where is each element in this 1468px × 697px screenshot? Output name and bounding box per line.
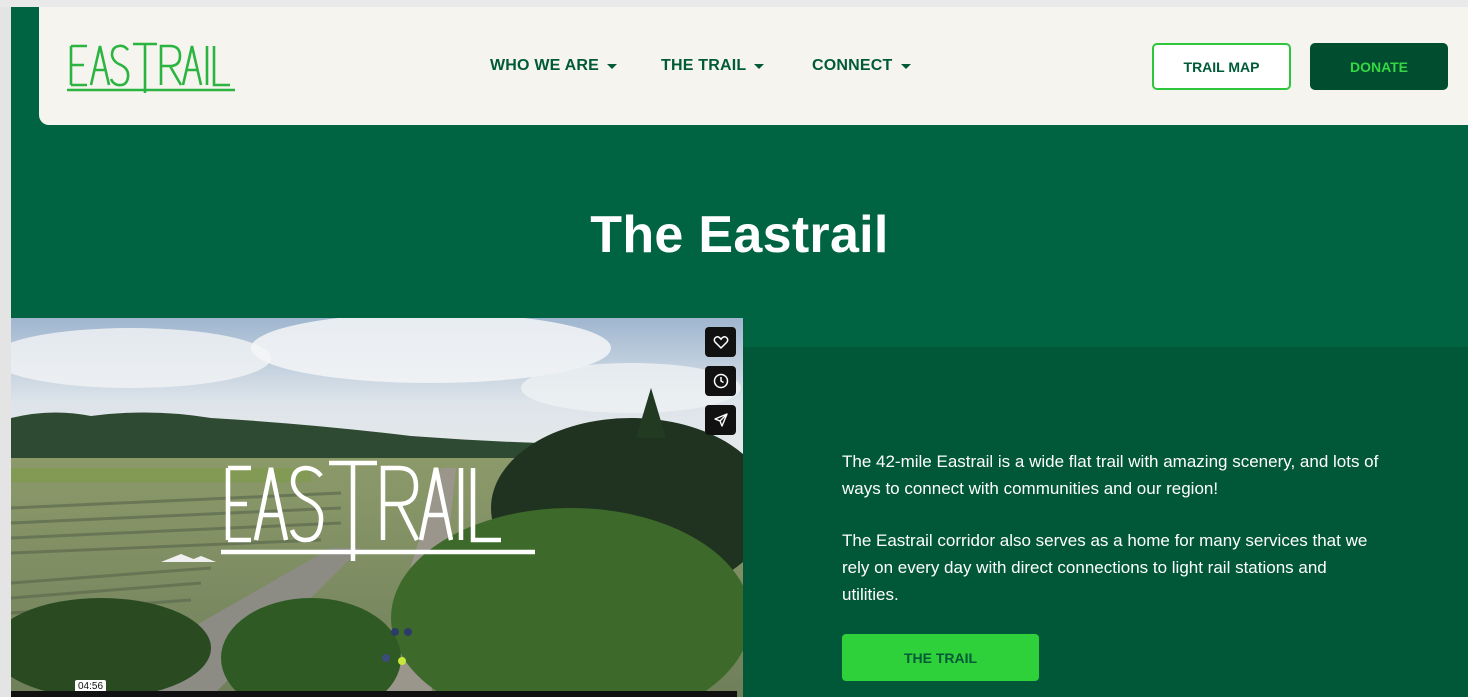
watch-later-button[interactable] [705, 366, 736, 396]
nav-connect[interactable]: CONNECT [812, 57, 911, 75]
nav-the-trail[interactable]: THE TRAIL [661, 57, 765, 75]
window-edge [0, 7, 11, 697]
site-header: WHO WE ARE THE TRAIL CONNECT TRAIL MAP D… [39, 7, 1468, 125]
like-button[interactable] [705, 327, 736, 357]
page: WHO WE ARE THE TRAIL CONNECT TRAIL MAP D… [11, 7, 1468, 697]
trail-map-button[interactable]: TRAIL MAP [1152, 43, 1291, 90]
chevron-down-icon [606, 63, 617, 69]
video-progress-bar[interactable] [11, 691, 737, 697]
nav-label: CONNECT [812, 57, 893, 74]
eastrail-logo[interactable] [67, 39, 237, 93]
video-player[interactable]: 04:56 [11, 318, 743, 697]
donate-button[interactable]: DONATE [1310, 43, 1448, 90]
chevron-down-icon [900, 63, 911, 69]
nav-label: THE TRAIL [661, 57, 747, 74]
send-icon [713, 413, 728, 427]
intro-paragraph-1: The 42-mile Eastrail is a wide flat trai… [842, 452, 1379, 498]
heart-icon [713, 336, 728, 350]
intro-paragraph-2: The Eastrail corridor also serves as a h… [842, 531, 1368, 604]
clock-icon [713, 373, 728, 389]
intro-panel: The 42-mile Eastrail is a wide flat trai… [743, 347, 1468, 697]
page-title: The Eastrail [590, 206, 889, 264]
chevron-down-icon [754, 63, 765, 69]
nav-label: WHO WE ARE [490, 57, 599, 74]
share-button[interactable] [705, 405, 736, 435]
nav-who-we-are[interactable]: WHO WE ARE [490, 57, 617, 75]
the-trail-button[interactable]: THE TRAIL [842, 634, 1039, 681]
video-thumbnail [11, 318, 743, 697]
